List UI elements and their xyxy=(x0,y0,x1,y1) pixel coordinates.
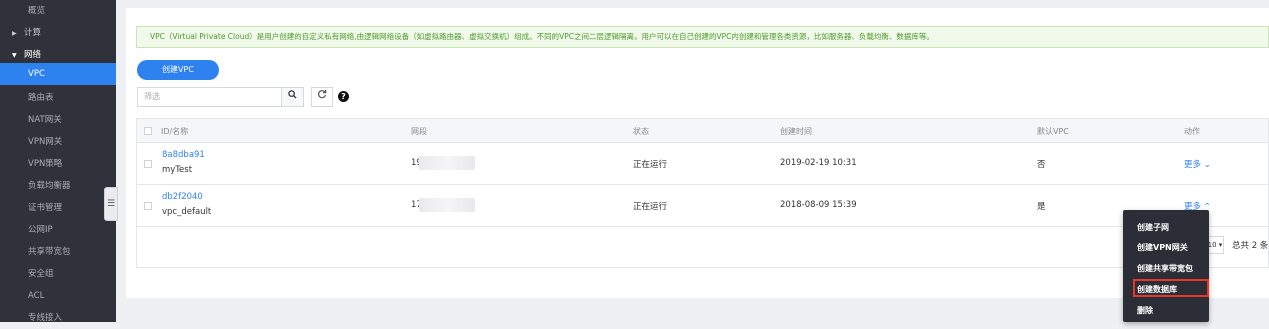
sidebar-item-label: 概览 xyxy=(28,6,46,16)
more-actions-dropdown: 创建子网 创建VPN网关 创建共享带宽包 创建数据库 删除 xyxy=(1123,210,1209,322)
vpc-table: ID/名称 网段 状态 创建时间 默认VPC 动作 8a8dba91 myTes… xyxy=(136,118,1269,268)
redacted-cidr xyxy=(419,156,475,170)
redacted-cidr xyxy=(419,198,475,212)
sidebar-item-label: 负载均衡器 xyxy=(28,181,71,191)
sidebar-item-label: 证书管理 xyxy=(28,203,63,213)
vpc-name: myTest xyxy=(162,165,193,175)
menu-item-create-vpn-gateway[interactable]: 创建VPN网关 xyxy=(1137,242,1188,253)
filter-placeholder: 筛选 xyxy=(144,92,160,101)
sidebar-item-direct-connect[interactable]: 专线接入 xyxy=(0,307,116,329)
search-icon xyxy=(288,90,297,99)
create-vpc-label: 创建VPC xyxy=(162,65,194,74)
menu-item-create-shared-bandwidth[interactable]: 创建共享带宽包 xyxy=(1137,263,1193,274)
column-header-created: 创建时间 xyxy=(780,127,812,136)
table-row: db2f2040 vpc_default 17 正在运行 2018-08-09 … xyxy=(137,185,1268,227)
sidebar-item-label: 计算 xyxy=(24,28,42,38)
vpc-created: 2019-02-19 10:31 xyxy=(780,158,857,168)
sidebar-item-label: VPC xyxy=(28,69,45,79)
sidebar-item-label: ACL xyxy=(28,291,45,301)
menu-item-delete[interactable]: 删除 xyxy=(1137,305,1153,316)
sidebar-item-security-group[interactable]: 安全组 xyxy=(0,263,116,285)
sidebar-item-label: 网络 xyxy=(24,50,42,60)
vpc-status: 正在运行 xyxy=(633,160,668,170)
vpc-id-link[interactable]: db2f2040 xyxy=(162,192,203,202)
table-header: ID/名称 网段 状态 创建时间 默认VPC 动作 xyxy=(137,119,1268,143)
caret-right-icon: ▶ xyxy=(12,30,17,37)
main-panel: VPC（Virtual Private Cloud）是用户创建的自定义私有网络,… xyxy=(126,8,1269,298)
sidebar-item-label: VPN策略 xyxy=(28,159,63,169)
sidebar-group-compute[interactable]: ▶ 计算 xyxy=(0,22,116,44)
refresh-icon xyxy=(318,90,327,99)
table-row: 8a8dba91 myTest 19 正在运行 2019-02-19 10:31… xyxy=(137,143,1268,185)
sidebar-item-label: 安全组 xyxy=(28,269,54,279)
sidebar-item-label: 路由表 xyxy=(28,93,54,103)
refresh-button[interactable] xyxy=(311,87,333,107)
column-header-status: 状态 xyxy=(633,127,649,136)
info-text: VPC（Virtual Private Cloud）是用户创建的自定义私有网络,… xyxy=(150,32,934,41)
sidebar-item-vpc[interactable]: VPC xyxy=(0,63,116,85)
column-header-action: 动作 xyxy=(1184,127,1200,136)
sidebar-item-vpn-gateway[interactable]: VPN网关 xyxy=(0,131,116,153)
column-header-cidr: 网段 xyxy=(411,127,427,136)
more-actions-button[interactable]: 更多 ⌄ xyxy=(1184,158,1211,170)
select-all-checkbox[interactable] xyxy=(144,127,152,135)
menu-collapse-icon: ☰ xyxy=(106,199,116,209)
vpc-default: 是 xyxy=(1037,202,1046,212)
sidebar-item-overview[interactable]: 概览 xyxy=(0,0,116,22)
help-icon[interactable]: ? xyxy=(338,91,349,102)
sidebar-item-label: 共享带宽包 xyxy=(28,247,71,257)
sidebar: 概览 ▶ 计算 ▼ 网络 VPC 路由表 NAT网关 VPN网关 VPN策略 负载均… xyxy=(0,0,116,323)
vpc-created: 2018-08-09 15:39 xyxy=(780,200,857,210)
sidebar-item-route-table[interactable]: 路由表 xyxy=(0,87,116,109)
search-button[interactable] xyxy=(282,87,304,107)
vpc-id-link[interactable]: 8a8dba91 xyxy=(162,150,205,160)
sidebar-item-acl[interactable]: ACL xyxy=(0,285,116,307)
sidebar-collapse-toggle[interactable]: ☰ xyxy=(104,187,118,221)
vpc-default: 否 xyxy=(1037,160,1046,170)
vpc-status: 正在运行 xyxy=(633,202,668,212)
sidebar-item-load-balancer[interactable]: 负载均衡器 xyxy=(0,175,116,197)
filter-input[interactable]: 筛选 xyxy=(137,87,282,107)
total-count: 总共 2 条 xyxy=(1232,241,1269,251)
menu-item-create-subnet[interactable]: 创建子网 xyxy=(1137,222,1169,233)
sidebar-item-certificates[interactable]: 证书管理 xyxy=(0,197,116,219)
sidebar-item-shared-bandwidth[interactable]: 共享带宽包 xyxy=(0,241,116,263)
sidebar-item-label: NAT网关 xyxy=(28,115,62,125)
sidebar-item-vpn-policy[interactable]: VPN策略 xyxy=(0,153,116,175)
column-header-default: 默认VPC xyxy=(1037,127,1069,136)
sidebar-item-label: VPN网关 xyxy=(28,137,63,147)
create-vpc-button[interactable]: 创建VPC xyxy=(137,60,219,80)
highlight-box xyxy=(1133,279,1209,297)
column-header-id[interactable]: ID/名称 xyxy=(161,126,188,137)
vpc-name: vpc_default xyxy=(162,207,212,217)
sidebar-item-label: 公网IP xyxy=(28,225,53,235)
row-checkbox[interactable] xyxy=(144,202,152,210)
sidebar-item-nat-gateway[interactable]: NAT网关 xyxy=(0,109,116,131)
row-checkbox[interactable] xyxy=(144,160,152,168)
info-banner: VPC（Virtual Private Cloud）是用户创建的自定义私有网络,… xyxy=(136,26,1269,48)
sidebar-item-public-ip[interactable]: 公网IP xyxy=(0,219,116,241)
